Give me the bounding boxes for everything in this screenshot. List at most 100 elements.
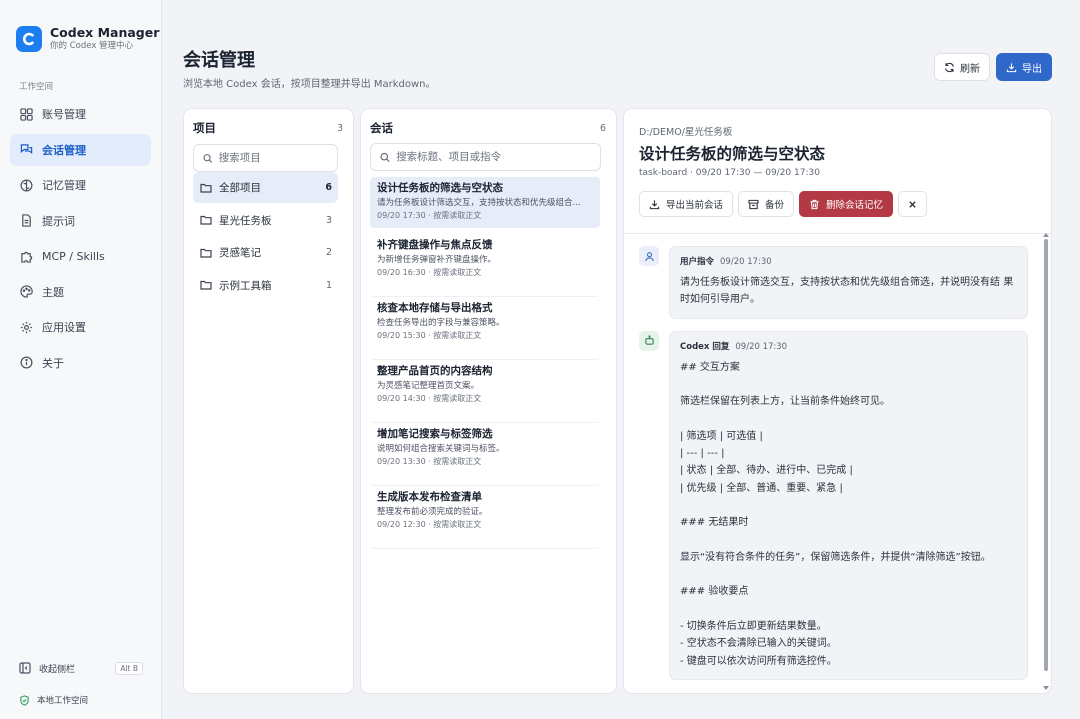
message-line [680, 497, 1017, 514]
project-item-task-board[interactable]: 星光任务板 3 [193, 205, 338, 236]
palette-icon [20, 285, 33, 298]
message-header: 用户指令 09/20 17:30 [680, 255, 1017, 269]
scroll-down-arrow-icon[interactable] [1043, 686, 1049, 690]
assistant-message: Codex 回复 09/20 17:30 ## 交互方案 筛选栏保留在列表上方，让… [639, 330, 1033, 680]
user-avatar [639, 246, 659, 266]
sessions-count: 6 [599, 122, 606, 134]
detail-actions: 导出当前会话 备份 删除会话记忆 [639, 191, 932, 217]
session-item[interactable]: 整理产品首页的内容结构 为灵感笔记整理首页文案。 09/20 14:30 · 按… [370, 360, 600, 423]
delete-memory-label: 删除会话记忆 [826, 200, 884, 211]
session-description: 整理发布前必须完成的验证。 [377, 507, 488, 517]
brain-icon [20, 179, 33, 191]
message-line: ### 验收要点 [680, 586, 749, 598]
brand-subtitle: 你的 Codex 管理中心 [50, 41, 134, 51]
session-item[interactable]: 补齐键盘操作与焦点反馈 为新增任务弹窗补齐键盘操作。 09/20 16:30 ·… [370, 234, 600, 297]
project-item-toolbox[interactable]: 示例工具箱 1 [193, 270, 338, 301]
sidebar-item-label: 主题 [42, 285, 64, 299]
project-count: 3 [325, 214, 332, 226]
session-description: 说明如何组合搜索关键词与标签。 [377, 444, 505, 454]
project-count: 6 [325, 182, 332, 193]
sidebar-item-sessions[interactable]: 会话管理 [10, 133, 151, 166]
message-line: | 状态 | 全部、待办、进行中、已完成 | [680, 465, 853, 477]
message-header: Codex 回复 09/20 17:30 [680, 340, 1017, 354]
project-item-all[interactable]: 全部项目 6 [193, 172, 338, 203]
collapse-sidebar-button[interactable]: 收起侧栏 Alt B [19, 660, 143, 676]
project-search-input[interactable] [218, 152, 337, 164]
workspace-label: 本地工作空间 [37, 696, 89, 706]
workspace-status: 本地工作空间 [19, 694, 88, 706]
message-body: 请为任务板设计筛选交互，支持按状态和优先级组合筛选，并说明没有结 果时如何引导用… [680, 274, 1017, 309]
message-line: - 空状态不会清除已输入的关键词。 [680, 638, 837, 650]
delete-memory-button[interactable]: 删除会话记忆 [799, 191, 894, 217]
session-title: 补齐键盘操作与焦点反馈 [377, 239, 493, 251]
sidebar-item-mcp-skills[interactable]: MCP / Skills [10, 240, 151, 272]
sidebar-item-theme[interactable]: 主题 [10, 276, 151, 308]
sidebar: Codex Manager 你的 Codex 管理中心 工作空间 账号管理 会话… [0, 0, 162, 719]
sidebar-item-memory[interactable]: 记忆管理 [10, 169, 151, 201]
session-item[interactable]: 增加笔记搜索与标签筛选 说明如何组合搜索关键词与标签。 09/20 13:30 … [370, 423, 600, 486]
chat-icon [20, 144, 33, 154]
message-line: - 键盘可以依次访问所有筛选控件。 [680, 655, 837, 667]
download-icon [1006, 62, 1017, 72]
session-meta: 09/20 16:30 · 按需读取正文 [377, 268, 482, 277]
brand[interactable]: Codex Manager 你的 Codex 管理中心 [16, 25, 159, 52]
shortcut-badge: Alt B [115, 661, 143, 675]
sidebar-item-label: 关于 [42, 356, 64, 370]
assistant-message-bubble: Codex 回复 09/20 17:30 ## 交互方案 筛选栏保留在列表上方，让… [669, 330, 1028, 680]
codex-logo-icon [16, 25, 42, 52]
session-meta: 09/20 14:30 · 按需读取正文 [377, 394, 482, 403]
folder-icon [200, 183, 212, 193]
scroll-up-arrow-icon[interactable] [1043, 233, 1049, 237]
close-detail-button[interactable] [898, 191, 928, 217]
refresh-button[interactable]: 刷新 [934, 53, 990, 81]
session-search[interactable] [370, 143, 601, 171]
brand-title: Codex Manager [50, 25, 160, 40]
trash-icon [810, 199, 819, 209]
sessions-title: 会话 [370, 121, 393, 135]
close-icon [909, 200, 916, 208]
backup-label: 备份 [765, 200, 785, 211]
collapse-label: 收起侧栏 [39, 664, 76, 675]
export-current-button[interactable]: 导出当前会话 [639, 191, 734, 217]
user-message-bubble: 用户指令 09/20 17:30 请为任务板设计筛选交互，支持按状态和优先级组合筛… [669, 246, 1028, 319]
backup-button[interactable]: 备份 [738, 191, 795, 217]
folder-icon [200, 248, 212, 258]
project-name: 全部项目 [219, 182, 261, 194]
session-item[interactable]: 核查本地存储与导出格式 检查任务导出的字段与兼容策略。 09/20 15:30 … [370, 297, 600, 360]
page-subtitle: 浏览本地 Codex 会话，按项目整理并导出 Markdown。 [183, 79, 436, 90]
message-line: | 优先级 | 全部、普通、重要、紧急 | [680, 482, 843, 494]
export-button[interactable]: 导出 [996, 53, 1052, 81]
message-time: 09/20 17:30 [720, 257, 772, 267]
session-detail-panel: D:/DEMO/星光任务板 设计任务板的筛选与空状态 task-board · … [623, 108, 1052, 694]
refresh-icon [945, 62, 954, 72]
detail-scrollbar[interactable] [1044, 239, 1048, 671]
gear-icon [20, 321, 33, 333]
session-title: 增加笔记搜索与标签筛选 [377, 428, 493, 440]
session-search-input[interactable] [396, 151, 600, 163]
message-author: 用户指令 [680, 257, 715, 267]
sidebar-item-about[interactable]: 关于 [10, 347, 151, 379]
session-item[interactable]: 生成版本发布检查清单 整理发布前必须完成的验证。 09/20 12:30 · 按… [370, 486, 600, 549]
detail-divider [624, 233, 1051, 234]
search-icon [380, 152, 390, 162]
message-line: 显示“没有符合条件的任务”，保留筛选条件，并提供“清除筛选”按钮。 [680, 551, 991, 563]
project-name: 星光任务板 [219, 214, 272, 227]
project-search[interactable] [193, 144, 338, 172]
project-count: 2 [325, 247, 332, 258]
project-name: 示例工具箱 [219, 279, 272, 292]
project-count: 1 [325, 279, 332, 291]
export-label: 导出 [1022, 63, 1042, 75]
sessions-panel: 会话 6 设计任务板的筛选与空状态 请为任务板设计筛选交互，支持按状态和优先级组… [360, 108, 617, 694]
sidebar-item-settings[interactable]: 应用设置 [10, 311, 151, 343]
user-message: 用户指令 09/20 17:30 请为任务板设计筛选交互，支持按状态和优先级组合筛… [639, 246, 1033, 319]
page-title: 会话管理 [183, 50, 255, 71]
info-icon [20, 356, 33, 369]
session-meta: 09/20 12:30 · 按需读取正文 [377, 520, 482, 529]
sidebar-item-prompts[interactable]: 提示词 [10, 205, 151, 237]
project-item-notes[interactable]: 灵感笔记 2 [193, 237, 338, 268]
message-line: ## 交互方案 [680, 361, 740, 373]
message-line: | --- | --- | [680, 448, 725, 460]
message-line: - 切换条件后立即更新结果数量。 [680, 621, 827, 633]
sidebar-item-accounts[interactable]: 账号管理 [10, 98, 151, 130]
session-item[interactable]: 设计任务板的筛选与空状态 请为任务板设计筛选交互，支持按状态和优先级组合... … [370, 177, 600, 228]
